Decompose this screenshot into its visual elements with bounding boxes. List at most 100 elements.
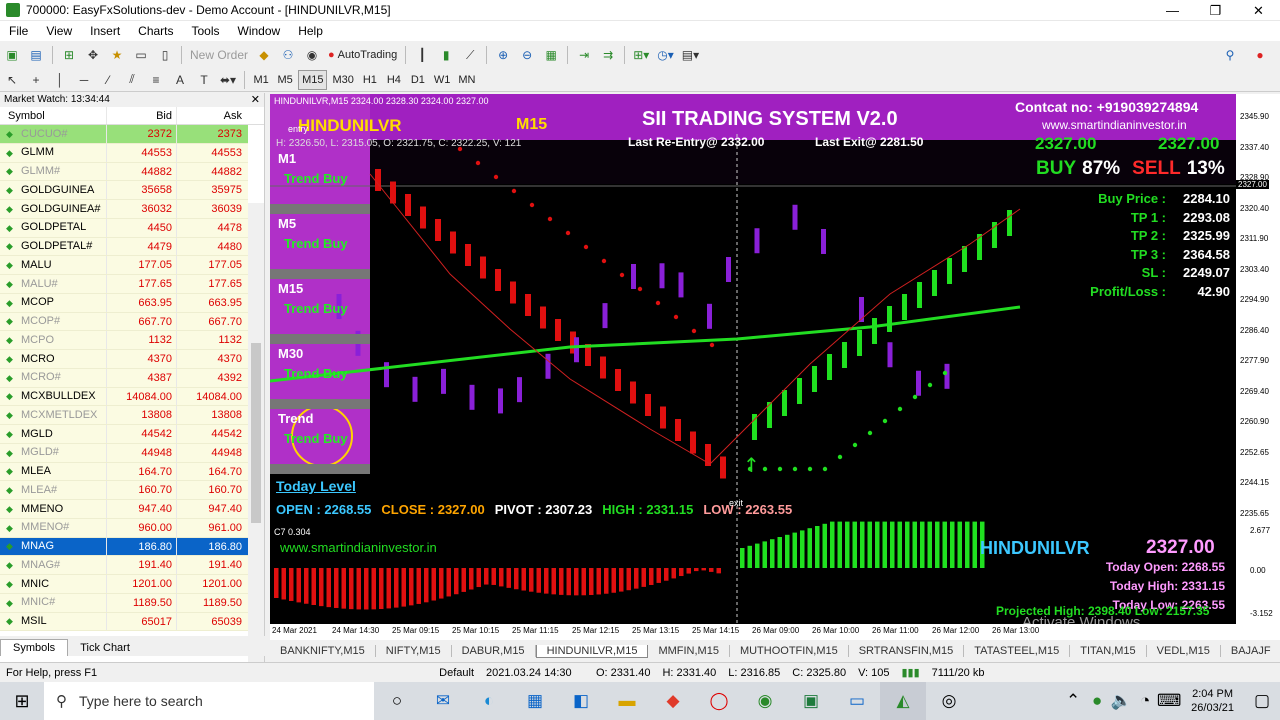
market-watch-row[interactable]: ◆ MCXBULLDEX 14084.00 14084.00 (0, 387, 248, 407)
obs-icon[interactable]: ◎ (926, 682, 972, 720)
market-watch-row[interactable]: ◆ MNIC 1201.00 1201.00 (0, 575, 248, 594)
metatrader-icon[interactable]: ◭ (880, 682, 926, 720)
new-chart-icon[interactable]: ▣ (1, 45, 23, 65)
market-watch-row[interactable]: ◆ GOLDGUINEA 35658 35975 (0, 181, 248, 200)
tf-m15[interactable]: M15 (298, 69, 328, 90)
menu-tools[interactable]: Tools (183, 24, 229, 38)
maximize-button[interactable]: ❐ (1194, 0, 1237, 21)
anydesk-icon[interactable]: ◆ (650, 682, 696, 720)
chart-tab[interactable]: DABUR,M15 (452, 645, 536, 657)
chart-shift-icon[interactable]: ⇥ (573, 45, 595, 65)
trendline-icon[interactable]: ⁄ (97, 70, 119, 90)
navigator-icon[interactable]: ★ (106, 45, 128, 65)
horizontal-line-icon[interactable]: ─ (73, 70, 95, 90)
market-watch-row[interactable]: ◆ MALU 177.05 177.05 (0, 256, 248, 275)
excel-icon[interactable]: ▣ (788, 682, 834, 720)
shapes-icon[interactable]: ⬌▾ (217, 70, 239, 90)
chart-tab[interactable]: TITAN,M15 (1070, 645, 1147, 657)
account-icon[interactable]: ● (1249, 45, 1271, 65)
col-bid[interactable]: Bid (106, 107, 176, 124)
tf-d1[interactable]: D1 (407, 70, 429, 90)
autoscroll-icon[interactable]: ⇉ (597, 45, 619, 65)
col-symbol[interactable]: Symbol (0, 107, 106, 124)
market-watch-row[interactable]: ◆ MMENO# 960.00 961.00 (0, 518, 248, 538)
close-icon[interactable]: ✕ (251, 93, 260, 107)
remote-desktop-icon[interactable]: ▭ (834, 682, 880, 720)
close-button[interactable]: ✕ (1237, 0, 1280, 21)
tf-h1[interactable]: H1 (359, 70, 381, 90)
metaeditor-icon[interactable]: ◆ (253, 45, 275, 65)
chart-tab[interactable]: SRTRANSFIN,M15 (849, 645, 965, 657)
price-chart[interactable]: ↑ HINDUNILVR,M15 2324.00 2328.30 2324.00… (270, 94, 1280, 640)
chart-tab[interactable]: VEDL,M15 (1147, 645, 1221, 657)
chart-tab[interactable]: BAJAJF (1221, 645, 1280, 657)
tf-m5[interactable]: M5 (274, 70, 296, 90)
menu-insert[interactable]: Insert (81, 24, 129, 38)
market-watch-row[interactable]: ◆ GOLDPETAL# 4479 4480 (0, 237, 248, 257)
menu-charts[interactable]: Charts (129, 24, 182, 38)
chart-tab[interactable]: BANKNIFTY,M15 (270, 645, 376, 657)
menu-help[interactable]: Help (289, 24, 332, 38)
opera-icon[interactable]: ◯ (696, 682, 742, 720)
signals-icon[interactable]: ◉ (301, 45, 323, 65)
periods-icon[interactable]: ◷▾ (654, 45, 677, 65)
network-icon[interactable]: ◔ (1133, 682, 1157, 720)
clock[interactable]: 2:04 PM 26/03/21 (1181, 687, 1244, 715)
crosshair-icon[interactable]: + (25, 70, 47, 90)
experts-icon[interactable]: ⚇ (277, 45, 299, 65)
menu-file[interactable]: File (0, 24, 37, 38)
chart-tab[interactable]: HINDUNILVR,M15 (535, 644, 649, 658)
line-chart-icon[interactable]: ⟋ (459, 45, 481, 65)
profiles-icon[interactable]: ▤ (25, 45, 47, 65)
market-watch-row[interactable]: ◆ MCRO 4370 4370 (0, 350, 248, 369)
chart-tab[interactable]: TATASTEEL,M15 (964, 645, 1071, 657)
new-order-button[interactable]: New Order (187, 45, 251, 65)
indicators-icon[interactable]: ⊞▾ (630, 45, 652, 65)
tile-windows-icon[interactable]: ▦ (540, 45, 562, 65)
edge-icon[interactable]: ◐ (466, 682, 512, 720)
chart-tab[interactable]: MUTHOOTFIN,M15 (730, 645, 849, 657)
cursor-icon[interactable]: ↖ (1, 70, 23, 90)
search-icon[interactable]: ⚲ (1219, 45, 1241, 65)
windows-start-icon[interactable]: ⊞ (0, 682, 44, 720)
market-watch-row[interactable]: ◆ GLMM# 44882 44882 (0, 162, 248, 182)
chart-tab[interactable]: NIFTY,M15 (376, 645, 452, 657)
market-watch-row[interactable]: ◆ MCRO# 4387 4392 (0, 368, 248, 388)
tray-chevron-icon[interactable]: ⌃ (1061, 682, 1085, 720)
market-watch-row[interactable]: ◆ GOLDGUINEA# 36032 36039 (0, 200, 248, 219)
market-watch-icon[interactable]: ⊞ (58, 45, 80, 65)
explorer-icon[interactable]: ▬ (604, 682, 650, 720)
market-watch-row[interactable]: ◆ CUCUO# 2372 2373 (0, 125, 248, 144)
market-watch-row[interactable]: ◆ MLEA# 160.70 160.70 (0, 481, 248, 500)
scroll-thumb[interactable] (251, 343, 261, 523)
text-icon[interactable]: A (169, 70, 191, 90)
market-watch-row[interactable]: ◆ MNAG# 191.40 191.40 (0, 556, 248, 575)
tf-h4[interactable]: H4 (383, 70, 405, 90)
market-watch-row[interactable]: ◆ MCPO 1132 1132 (0, 331, 248, 350)
tf-w1[interactable]: W1 (431, 70, 454, 90)
menu-window[interactable]: Window (229, 24, 290, 38)
channel-icon[interactable]: ⫽ (121, 70, 143, 90)
cortana-icon[interactable]: ○ (374, 682, 420, 720)
bar-chart-icon[interactable]: ┃ (411, 45, 433, 65)
minimize-button[interactable]: — (1151, 0, 1194, 21)
market-watch-row[interactable]: ◆ MALU# 177.65 177.65 (0, 275, 248, 294)
market-watch-row[interactable]: ◆ MCOP 663.95 663.95 (0, 293, 248, 313)
menu-view[interactable]: View (37, 24, 81, 38)
fibonacci-icon[interactable]: ≡ (145, 70, 167, 90)
market-watch-row[interactable]: ◆ GOLDPETAL 4450 4478 (0, 218, 248, 238)
chrome-icon[interactable]: ◉ (742, 682, 788, 720)
candlestick-icon[interactable]: ▮ (435, 45, 457, 65)
market-watch-row[interactable]: ◆ MGLD# 44948 44948 (0, 443, 248, 463)
market-watch-row[interactable]: ◆ MCXMETLDEX 13808 13808 (0, 406, 248, 425)
mail-icon[interactable]: ✉ (420, 682, 466, 720)
taskbar-search[interactable]: ⚲ Type here to search (44, 682, 374, 720)
language-icon[interactable]: ⌨ (1157, 682, 1182, 720)
tab-tick-chart[interactable]: Tick Chart (68, 640, 142, 656)
templates-icon[interactable]: ▤▾ (679, 45, 702, 65)
tf-m1[interactable]: M1 (250, 70, 272, 90)
zoom-out-icon[interactable]: ⊖ (516, 45, 538, 65)
outlook-icon[interactable]: ◧ (558, 682, 604, 720)
label-icon[interactable]: T (193, 70, 215, 90)
tf-m30[interactable]: M30 (329, 70, 356, 90)
